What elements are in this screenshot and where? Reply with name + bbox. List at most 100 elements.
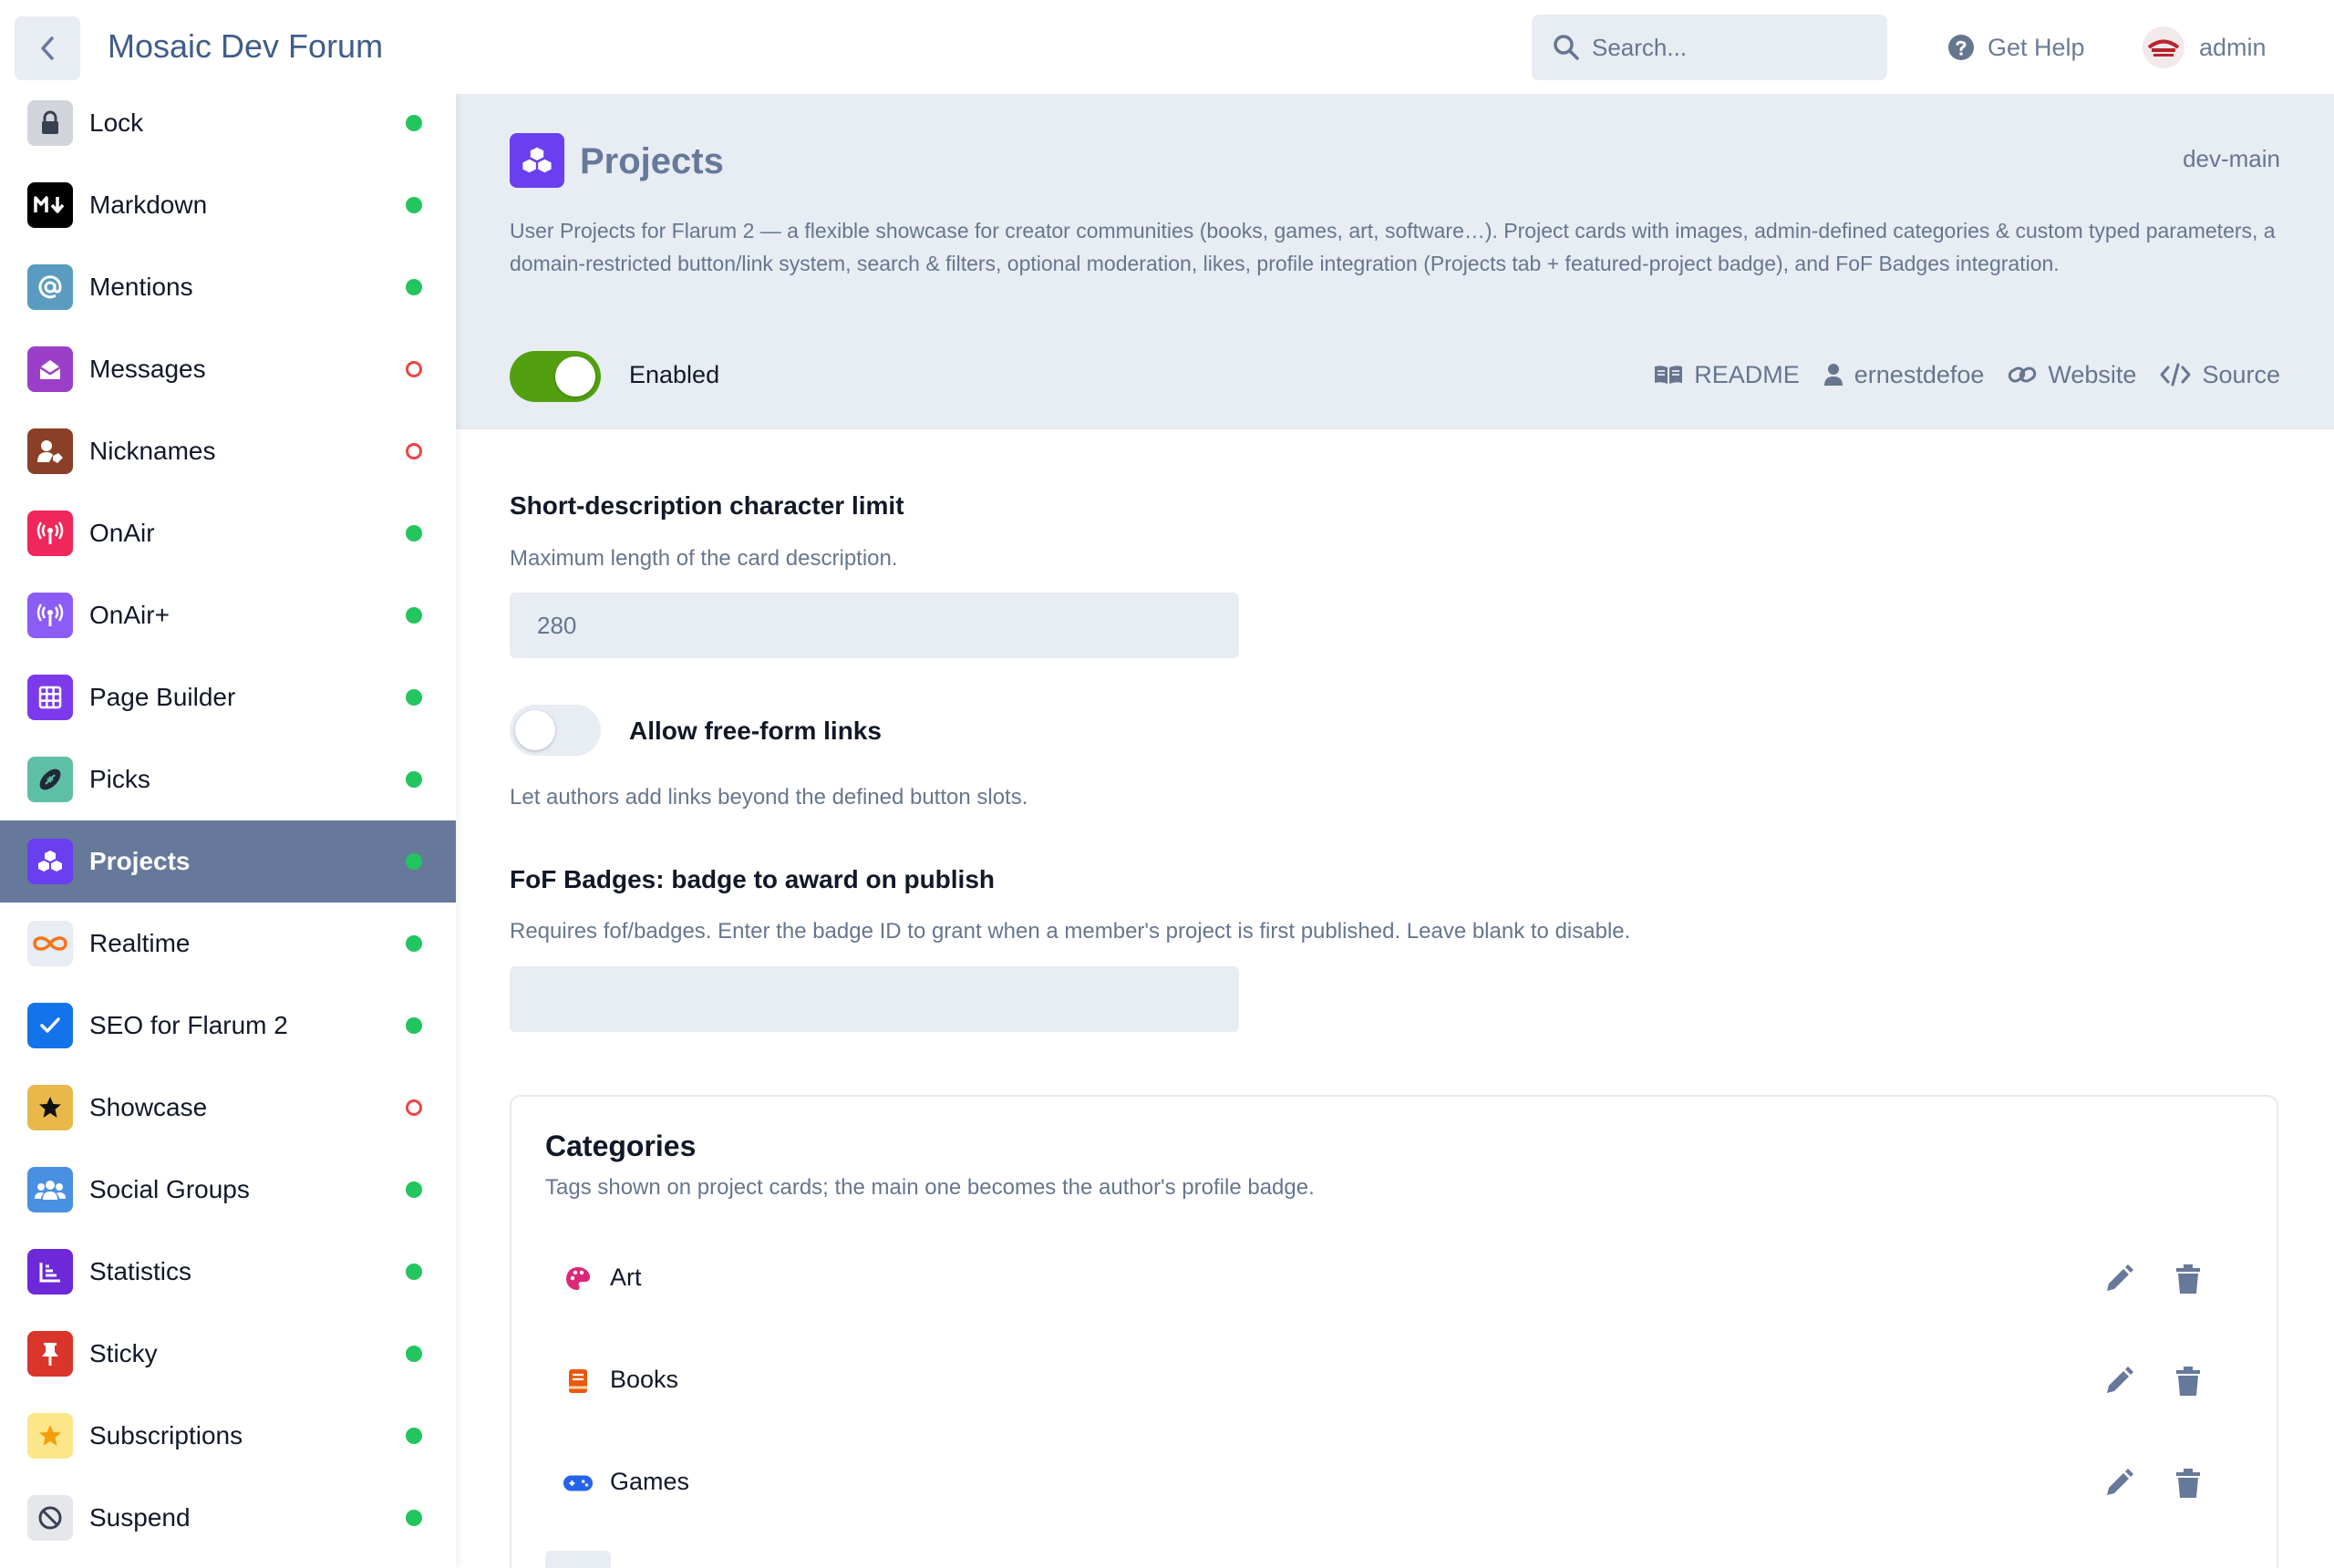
- sidebar-item-lock[interactable]: Lock: [0, 94, 456, 164]
- sidebar-item-subscriptions[interactable]: Subscriptions: [0, 1395, 456, 1477]
- user-menu[interactable]: admin: [2143, 26, 2267, 69]
- sidebar-item-markdown[interactable]: Markdown: [0, 164, 456, 246]
- check-icon: [27, 1003, 73, 1048]
- status-dot: [406, 1264, 422, 1280]
- status-dot: [406, 361, 422, 377]
- edit-button[interactable]: [2098, 1258, 2140, 1300]
- sidebar-item-label: Page Builder: [89, 683, 236, 711]
- edit-button[interactable]: [2098, 1360, 2140, 1402]
- delete-button[interactable]: [2167, 1360, 2209, 1402]
- chevron-left-icon: [41, 36, 54, 60]
- user-name: admin: [2199, 33, 2267, 61]
- trash-icon: [2176, 1367, 2200, 1396]
- sidebar-item-label: OnAir: [89, 519, 155, 547]
- pencil-icon: [2107, 1367, 2133, 1393]
- book-open-icon: [1655, 366, 1683, 384]
- envelope-open-icon: [27, 346, 73, 392]
- extensions-sidebar: Lock Markdown Mentions Messages Nickname…: [0, 94, 456, 1568]
- chart-icon: [27, 1249, 73, 1295]
- badge-id-input[interactable]: [510, 966, 1239, 1032]
- sidebar-item-picks[interactable]: Picks: [0, 738, 456, 820]
- sidebar-item-label: Markdown: [89, 191, 208, 219]
- status-dot: [406, 525, 422, 542]
- category-row: Art: [511, 1238, 2280, 1320]
- status-dot: [406, 1181, 422, 1198]
- status-dot: [406, 279, 422, 295]
- status-dot: [406, 771, 422, 788]
- sidebar-item-label: Subscriptions: [89, 1421, 243, 1449]
- user-tag-icon: [27, 428, 73, 474]
- sidebar-item-label: Suspend: [89, 1503, 191, 1532]
- source-label: Source: [2202, 360, 2280, 388]
- sidebar-item-nicknames[interactable]: Nicknames: [0, 410, 456, 492]
- status-dot: [406, 1428, 422, 1444]
- extension-page: Projects dev-main User Projects for Flar…: [456, 94, 2334, 1568]
- sidebar-item-label: Mentions: [89, 273, 193, 301]
- ban-icon: [27, 1495, 73, 1541]
- trash-icon: [2176, 1264, 2200, 1294]
- star-icon: [27, 1085, 73, 1130]
- sidebar-item-sticky[interactable]: Sticky: [0, 1313, 456, 1395]
- author-label: ernestdefoe: [1854, 360, 1985, 388]
- sidebar-item-label: Messages: [89, 355, 206, 383]
- freeform-links-toggle[interactable]: [510, 705, 601, 756]
- author-link[interactable]: ernestdefoe: [1823, 360, 1985, 389]
- sidebar-item-label: Projects: [89, 847, 191, 875]
- categories-title: Categories: [545, 1130, 697, 1162]
- sidebar-item-statistics[interactable]: Statistics: [0, 1231, 456, 1313]
- status-dot: [406, 443, 422, 459]
- get-help-label: Get Help: [1988, 33, 2085, 61]
- sidebar-item-social-groups[interactable]: Social Groups: [0, 1149, 456, 1231]
- sidebar-item-mentions[interactable]: Mentions: [0, 246, 456, 328]
- add-category-button[interactable]: [545, 1551, 611, 1568]
- sidebar-item-page-builder[interactable]: Page Builder: [0, 656, 456, 738]
- sidebar-item-onair[interactable]: OnAir: [0, 492, 456, 574]
- sidebar-item-suspend[interactable]: Suspend: [0, 1477, 456, 1559]
- sidebar-item-label: Lock: [89, 108, 144, 137]
- broadcast-icon: [27, 511, 73, 556]
- sidebar-item-realtime[interactable]: Realtime: [0, 903, 456, 985]
- edit-button[interactable]: [2098, 1462, 2140, 1504]
- toggle-knob: [555, 356, 595, 397]
- category-label: Art: [610, 1264, 642, 1291]
- sidebar-item-showcase[interactable]: Showcase: [0, 1067, 456, 1149]
- sidebar-item-projects[interactable]: Projects: [0, 820, 456, 903]
- status-dot: [406, 1099, 422, 1116]
- website-link[interactable]: Website: [2008, 361, 2136, 389]
- extension-links: README ernestdefoe Website Source: [1654, 358, 2280, 391]
- question-circle-icon: [1948, 35, 1974, 60]
- sidebar-item-seo[interactable]: SEO for Flarum 2: [0, 985, 456, 1067]
- char-limit-label: Short-description character limit: [510, 491, 904, 520]
- forum-title[interactable]: Mosaic Dev Forum: [108, 26, 383, 67]
- user-icon: [1823, 364, 1843, 386]
- get-help-link[interactable]: Get Help: [1947, 31, 2085, 64]
- categories-card: Categories Tags shown on project cards; …: [510, 1095, 2278, 1568]
- enabled-toggle[interactable]: [510, 351, 601, 402]
- back-button[interactable]: [15, 16, 80, 80]
- source-link[interactable]: Source: [2160, 361, 2280, 389]
- category-row: Books: [511, 1340, 2280, 1422]
- badge-label: FoF Badges: badge to award on publish: [510, 865, 996, 893]
- toggle-knob: [515, 710, 555, 750]
- sidebar-item-label: Showcase: [89, 1093, 208, 1121]
- sidebar-item-messages[interactable]: Messages: [0, 328, 456, 410]
- users-icon: [27, 1167, 73, 1212]
- delete-button[interactable]: [2167, 1462, 2209, 1504]
- status-dot: [406, 1510, 422, 1526]
- readme-label: README: [1694, 360, 1800, 388]
- page-title: Projects: [580, 141, 724, 181]
- pencil-icon: [2107, 1264, 2133, 1291]
- pencil-icon: [2107, 1469, 2133, 1495]
- search-input[interactable]: [1592, 15, 1874, 80]
- char-limit-input[interactable]: [510, 593, 1239, 658]
- category-label: Books: [610, 1366, 679, 1393]
- category-row: Games: [511, 1442, 2280, 1524]
- readme-link[interactable]: README: [1654, 361, 1800, 389]
- enabled-label: Enabled: [629, 361, 720, 388]
- lock-icon: [27, 100, 73, 146]
- search-box[interactable]: [1532, 15, 1887, 80]
- sidebar-item-onair-plus[interactable]: OnAir+: [0, 574, 456, 656]
- link-icon: [2009, 366, 2037, 383]
- delete-button[interactable]: [2167, 1258, 2209, 1300]
- category-label: Games: [610, 1468, 690, 1495]
